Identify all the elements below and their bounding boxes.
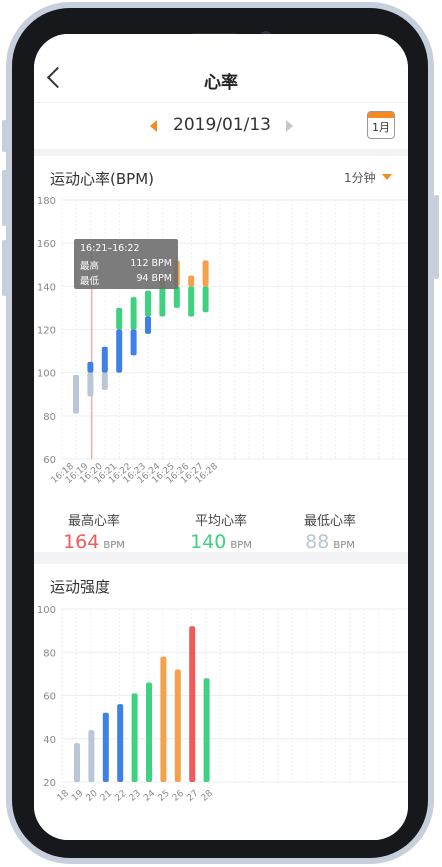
tooltip-max-label: 最高 <box>80 261 100 272</box>
heart-rate-range-bar <box>101 372 108 390</box>
heart-rate-range-bar <box>73 374 79 414</box>
heart-rate-range-bar <box>188 286 195 317</box>
heart-rate-range-bar <box>145 316 151 334</box>
chart-tooltip: 16:21–16:22 最高 112 BPM 最低 94 BPM <box>74 239 178 289</box>
heart-rate-range-bar <box>87 372 94 397</box>
intensity-bar <box>88 730 95 782</box>
x-tick-label: 20 <box>85 788 100 803</box>
summary-avg-label: 平均心率 <box>194 514 247 529</box>
summary-max: 最高心率 164 BPM <box>34 510 154 553</box>
nav-bar: 心率 <box>34 34 408 102</box>
heart-rate-range-bar <box>130 329 137 356</box>
y-tick-label: 60 <box>43 692 56 703</box>
heart-rate-chart: 608010012014016018016:1816:1916:2016:211… <box>37 196 408 486</box>
phone-power-button <box>434 195 439 279</box>
calendar-icon <box>368 112 394 118</box>
intensity-bar <box>102 712 109 782</box>
calendar-button[interactable]: 1月 <box>367 111 395 139</box>
heart-rate-range-bar <box>202 286 209 313</box>
heart-rate-range-bar <box>101 346 108 373</box>
intensity-bar <box>174 669 181 782</box>
x-tick-label: 19 <box>70 788 85 803</box>
next-day-arrow-icon[interactable] <box>286 120 293 132</box>
previous-day-arrow-icon[interactable] <box>150 120 157 132</box>
y-tick-label: 80 <box>43 648 56 659</box>
summary-max-value: 164 <box>63 531 100 553</box>
y-tick-label: 140 <box>37 282 56 293</box>
date-selector: 2019/01/13 1月 <box>34 102 408 149</box>
intensity-bar <box>117 704 124 782</box>
tooltip-time-range: 16:21–16:22 <box>80 243 140 254</box>
heart-rate-range-bar <box>145 290 151 317</box>
y-tick-label: 60 <box>43 455 56 466</box>
heart-rate-range-bar <box>116 307 123 330</box>
page-title: 心率 <box>204 73 238 93</box>
summary-min-unit: BPM <box>333 540 355 551</box>
tooltip-min-label: 最低 <box>80 276 100 287</box>
summary-max-label: 最高心率 <box>67 514 120 529</box>
intensity-bar <box>74 743 80 782</box>
x-tick-label: 18 <box>56 788 71 803</box>
y-tick-label: 40 <box>43 735 56 746</box>
y-tick-label: 100 <box>37 605 56 616</box>
x-tick-label: 22 <box>113 789 128 804</box>
intensity-card: 运动强度 20 40 60 80 100 18 19 20 21 22 23 24 25 26 27 28 <box>34 564 408 840</box>
y-tick-label: 120 <box>37 326 56 337</box>
summary-avg-unit: BPM <box>230 540 252 551</box>
heart-rate-range-bar <box>116 329 123 373</box>
intensity-bar <box>203 678 210 782</box>
heart-rate-card: 运动心率(BPM) 1分钟 60 80 100 120 140 160 180 16:18 16… <box>34 156 408 553</box>
intensity-bar <box>160 656 167 782</box>
summary-avg: 平均心率 140 BPM <box>161 510 281 553</box>
intensity-bar <box>146 682 152 782</box>
summary-max-unit: BPM <box>103 540 125 551</box>
x-tick-label: 28 <box>200 788 215 803</box>
y-tick-label: 160 <box>37 239 56 250</box>
x-tick-label: 26 <box>171 788 186 803</box>
tooltip-max-value: 112 BPM <box>130 258 172 269</box>
tooltip-min-value: 94 BPM <box>136 273 172 284</box>
phone-volume-up <box>2 170 7 226</box>
phone-side-button <box>2 120 7 152</box>
heart-rate-range-bar <box>87 361 94 373</box>
summary-min: 最低心率 88 BPM <box>270 510 390 553</box>
heart-rate-range-bar <box>159 286 166 317</box>
x-tick-label: 24 <box>142 788 157 803</box>
app-screen: 心率 2019/01/13 1月 运动心率(BPM) 1分钟 60 80 100 12… <box>34 34 408 840</box>
summary-avg-value: 140 <box>190 531 227 553</box>
summary-min-value: 88 <box>305 531 330 553</box>
heart-rate-range-bar <box>130 297 137 330</box>
intensity-chart: 2040608010018 19 20 21 22 23 24 25 26 27 28 <box>37 605 408 804</box>
y-tick-label: 100 <box>37 369 56 380</box>
y-tick-label: 80 <box>43 412 56 423</box>
x-tick-label: 23 <box>128 789 143 804</box>
intensity-bar <box>189 626 196 782</box>
current-date: 2019/01/13 <box>173 115 271 135</box>
x-tick-label: 25 <box>157 789 172 804</box>
intensity-bar <box>131 693 138 782</box>
x-tick-label: 21 <box>99 789 114 804</box>
heart-rate-range-bar <box>188 275 195 287</box>
y-tick-label: 180 <box>37 196 56 207</box>
phone-volume-down <box>2 240 7 296</box>
x-tick-label: 27 <box>185 789 200 804</box>
heart-rate-range-bar <box>173 286 180 308</box>
heart-rate-range-bar <box>202 260 209 287</box>
y-tick-label: 20 <box>43 778 56 789</box>
summary-min-label: 最低心率 <box>303 514 356 529</box>
calendar-month-label: 1月 <box>372 121 390 134</box>
